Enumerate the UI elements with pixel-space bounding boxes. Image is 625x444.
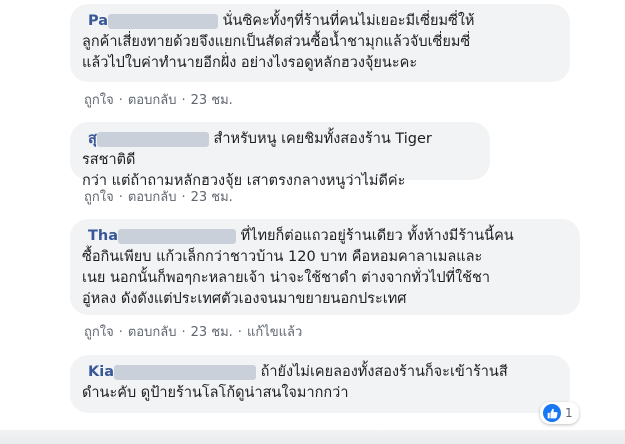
comment-author[interactable]: สุ (88, 131, 97, 147)
comment-text-line: ลูกค้าเสี่ยงทายด้วยจึงแยกเป็นสัดส่วนซื้อ… (82, 34, 471, 50)
comment-text-line: ถ้ายังไม่เคยลองทั้งสองร้านก็จะเข้าร้านสี (260, 364, 508, 380)
edited-link[interactable]: แก้ไขแล้ว (247, 325, 302, 340)
comment-bubble: สุ สำหรับหนู เคยชิมทั้งสองร้าน Tiger รสช… (70, 122, 490, 189)
reaction-count-text: 1 (565, 406, 573, 420)
comment-text-line: อู่หลง ดังดังแต่ประเทศตัวเองจนมาขยายนอกป… (82, 291, 407, 307)
timestamp-link[interactable]: 23 ชม. (191, 93, 233, 108)
like-link[interactable]: ถูกใจ (84, 190, 114, 205)
comment-author[interactable]: Pa (88, 13, 108, 29)
comment-author[interactable]: Tha (88, 228, 118, 244)
comment-actions: ถูกใจ · ตอบกลับ · 23 ชม. (84, 190, 233, 205)
comment-bubble: Pa นั่นซิคะทั้งๆที่ร้านที่คนไม่เยอะมีเซี… (70, 4, 570, 82)
reply-link[interactable]: ตอบกลับ (128, 93, 177, 108)
comment-actions: ถูกใจ · ตอบกลับ · 23 ชม. · แก้ไขแล้ว (84, 325, 303, 340)
comment-bubble: Tha ที่ไทยก็ต่อแถวอยู่ร้านเดียว ทั้งห้าง… (70, 219, 580, 315)
like-icon (543, 404, 561, 422)
blurred-name (108, 13, 219, 29)
timestamp-link[interactable]: 23 ชม. (191, 325, 233, 340)
reply-link[interactable]: ตอบกลับ (128, 190, 177, 205)
comment-text-line: แล้วไปใบค่าทำนายอีกฝั่ง อย่างไงรอดูหลักฮ… (82, 55, 418, 71)
reply-link[interactable]: ตอบกลับ (128, 325, 177, 340)
comment-text-line: ที่ไทยก็ต่อแถวอยู่ร้านเดียว ทั้งห้างมีร้… (240, 228, 514, 244)
reaction-count[interactable]: 1 (540, 402, 579, 424)
comment-text-line: นั่นซิคะทั้งๆที่ร้านที่คนไม่เยอะมีเซี่ยม… (222, 13, 475, 29)
blurred-name (96, 131, 209, 147)
comment-text-line: ดำนะคับ ดูป้ายร้านโลโก้ดูน่าสนใจมากกว่า (82, 385, 349, 401)
timestamp-link[interactable]: 23 ชม. (191, 190, 233, 205)
blurred-name (114, 364, 256, 380)
comment-text-line: เนย นอกนั้นก็พอๆกะหลายเจ้า น่าจะใช้ชาดำ … (82, 270, 491, 286)
blurred-name (118, 228, 236, 244)
comment-actions: ถูกใจ · ตอบกลับ · 23 ชม. (84, 93, 233, 108)
like-link[interactable]: ถูกใจ (84, 93, 114, 108)
comment-text-line: ซื้อกินเพียบ แก้วเล็กกว่าชาวบ้าน 120 บาท… (82, 249, 483, 265)
comment-bubble: Kia ถ้ายังไม่เคยลองทั้งสองร้านก็จะเข้าร้… (70, 355, 570, 413)
like-link[interactable]: ถูกใจ (84, 325, 114, 340)
bottom-edge (0, 430, 625, 444)
comment-author[interactable]: Kia (88, 364, 114, 380)
